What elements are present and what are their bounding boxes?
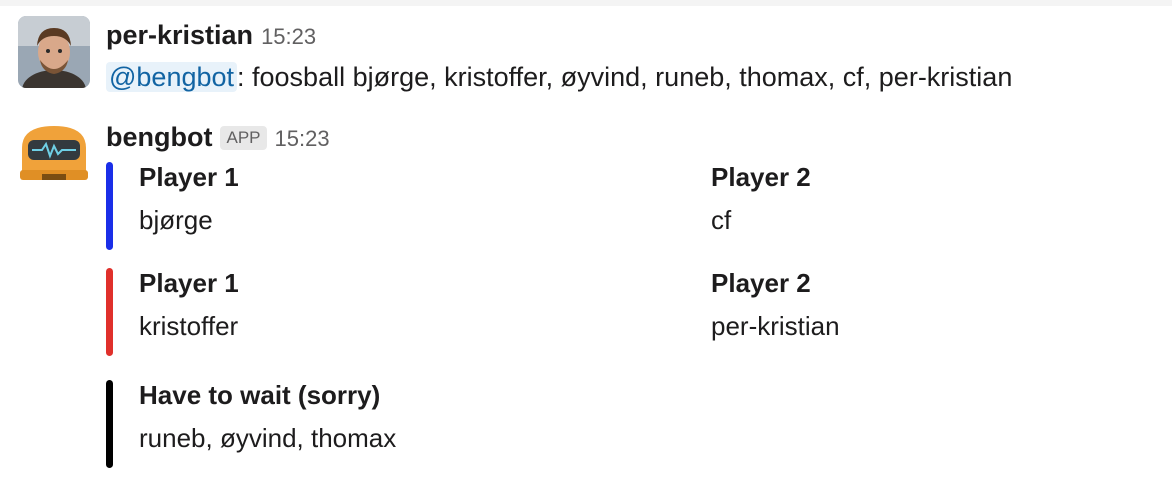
timestamp[interactable]: 15:23	[275, 126, 330, 152]
field-value: kristoffer	[139, 311, 239, 341]
avatar-bengbot[interactable]	[18, 122, 90, 186]
field-value: runeb, øyvind, thomax	[139, 423, 397, 453]
field-player-2: Player 2 cf	[711, 162, 811, 236]
field-value: bjørge	[139, 205, 213, 235]
attachment-color-bar	[106, 380, 113, 468]
field-value: per-kristian	[711, 311, 840, 341]
attachment-waiting: Have to wait (sorry) runeb, øyvind, thom…	[106, 380, 1106, 468]
sender-name[interactable]: per-kristian	[106, 20, 253, 51]
timestamp[interactable]: 15:23	[261, 24, 316, 50]
field-player-1: Player 1 bjørge	[139, 162, 239, 236]
sender-name[interactable]: bengbot	[106, 122, 212, 153]
field-waiting: Have to wait (sorry) runeb, øyvind, thom…	[139, 380, 396, 454]
field-player-2: Player 2 per-kristian	[711, 268, 840, 342]
field-title: Player 1	[139, 162, 239, 192]
attachment-color-bar	[106, 268, 113, 356]
top-divider	[0, 0, 1172, 6]
message-body: : foosball bjørge, kristoffer, øyvind, r…	[237, 62, 1013, 92]
message-header: bengbot APP 15:23	[106, 122, 330, 154]
field-value: cf	[711, 205, 732, 235]
app-badge: APP	[220, 126, 267, 150]
attachment-match-1: Player 1 bjørge Player 2 cf	[106, 162, 1106, 250]
field-title: Player 1	[139, 268, 239, 298]
field-title: Have to wait (sorry)	[139, 380, 381, 410]
field-title: Player 2	[711, 162, 811, 192]
field-player-1: Player 1 kristoffer	[139, 268, 239, 342]
attachment-match-2: Player 1 kristoffer Player 2 per-kristia…	[106, 268, 1106, 356]
message-per-kristian: per-kristian 15:23 @bengbot: foosball bj…	[0, 16, 1172, 106]
attachment-color-bar	[106, 162, 113, 250]
avatar-per-kristian[interactable]	[18, 16, 90, 88]
message-text: @bengbot: foosball bjørge, kristoffer, ø…	[106, 62, 1012, 93]
mention-bengbot[interactable]: @bengbot	[106, 62, 238, 92]
message-bengbot: bengbot APP 15:23 Player 1 bjørge Player…	[0, 118, 1172, 478]
field-title: Player 2	[711, 268, 811, 298]
message-header: per-kristian 15:23	[106, 20, 316, 52]
